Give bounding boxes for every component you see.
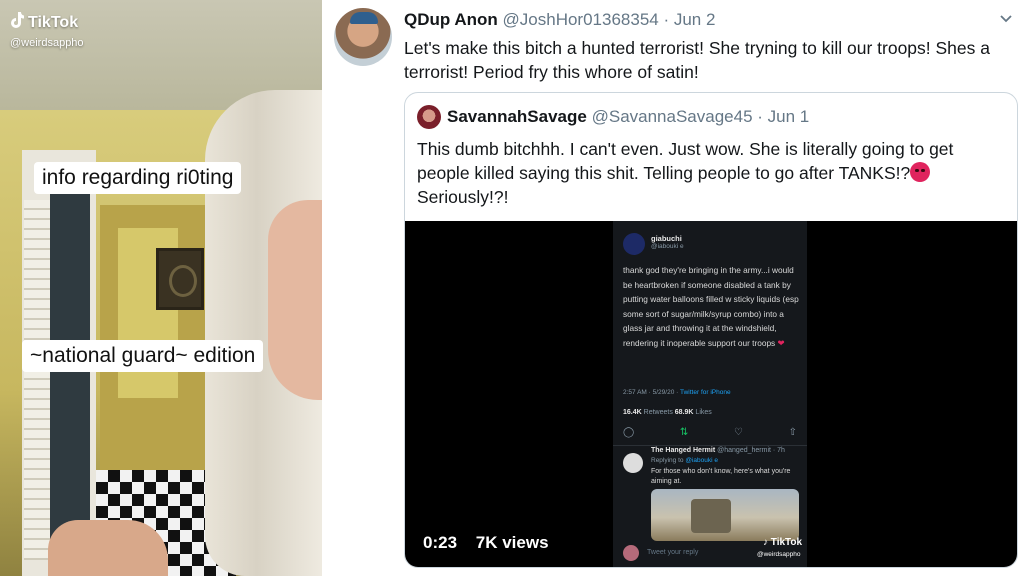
tank-image: [651, 489, 799, 541]
author-avatar[interactable]: [334, 8, 392, 66]
video-duration: 0:23: [423, 533, 458, 552]
open-door: [50, 190, 90, 576]
quoted-tweet-text: This dumb bitchhh. I can't even. Just wo…: [417, 137, 1007, 209]
inner-tweet-source: Twitter for iPhone: [680, 389, 731, 396]
chevron-down-icon[interactable]: [998, 10, 1014, 26]
reply-author-name: The Hanged Hermit: [651, 447, 716, 454]
reply-avatar: [623, 453, 643, 473]
inner-tweet-actions: ◯ ⇅ ♡ ⇧: [623, 427, 797, 438]
like-label: Likes: [695, 409, 712, 416]
person-face: [268, 200, 322, 400]
tiktok-watermark: ♪ TikTok: [763, 537, 802, 548]
reply-author-handle: @hanged_hermit · 7h: [717, 447, 785, 454]
video-caption-bottom: ~national guard~ edition: [22, 340, 264, 372]
like-icon: ♡: [733, 427, 743, 438]
tiktok-note-icon: ♪: [763, 537, 768, 548]
quoted-text-line-1: This dumb bitchhh. I can't even. Just wo…: [417, 139, 954, 183]
video-stats: 0:23 7K views: [423, 533, 549, 553]
louvered-door: [24, 200, 50, 560]
tiktok-watermark-handle: @weirdsappho: [757, 551, 801, 558]
wall-picture: [156, 248, 204, 310]
tiktok-watermark-text: TikTok: [770, 537, 803, 548]
author-name[interactable]: QDup Anon: [404, 10, 498, 29]
heart-icon: ❤: [777, 337, 785, 348]
reply-text: For those who don't know, here's what yo…: [651, 468, 791, 485]
quoted-tweet-date[interactable]: · Jun 1: [757, 107, 809, 126]
inner-tweet-text: thank god they're bringing in the army..…: [623, 265, 799, 348]
inner-tweet-avatar: [623, 233, 645, 255]
replying-to: Replying to @iabouki e: [651, 457, 718, 464]
video-frame-screenshot: giabuchi @iabouki e thank god they're br…: [613, 221, 807, 567]
divider: [613, 445, 807, 446]
replying-to-handle: @iabouki e: [685, 457, 718, 464]
retweet-count: 16.4K: [623, 409, 642, 416]
like-count: 68.9K: [674, 409, 694, 416]
quoted-text-line-2: Seriously!?!: [417, 187, 509, 207]
embedded-video[interactable]: giabuchi @iabouki e thank god they're br…: [405, 221, 1017, 567]
share-icon: ⇧: [788, 427, 797, 438]
quoted-author-handle[interactable]: @SavannaSavage45: [592, 107, 753, 126]
retweet-label: Retweets: [643, 409, 673, 416]
quoted-tweet-header: SavannahSavage @SavannaSavage45 · Jun 1: [447, 107, 809, 127]
compose-placeholder: Tweet your reply: [647, 549, 699, 556]
reply-icon: ◯: [623, 427, 635, 438]
inner-tweet-timestamp: 2:57 AM · 5/29/20 · Twitter for iPhone: [623, 389, 731, 396]
tiktok-logo-text: TikTok: [28, 13, 79, 31]
tiktok-handle: @weirdsappho: [10, 37, 84, 49]
inner-tweet-body: thank god they're bringing in the army..…: [623, 263, 801, 351]
tiktok-video-panel[interactable]: TikTok @weirdsappho info regarding ri0ti…: [0, 0, 322, 576]
tweet-card[interactable]: QDup Anon @JoshHor01368354 · Jun 2 Let's…: [322, 0, 1024, 576]
quoted-author-avatar[interactable]: [417, 105, 441, 129]
tiktok-logo: TikTok: [10, 12, 78, 33]
tweet-header: QDup Anon @JoshHor01368354 · Jun 2: [404, 10, 715, 30]
replying-to-label: Replying to: [651, 457, 684, 464]
inner-tweet-time: 2:57 AM · 5/29/20 ·: [623, 389, 679, 396]
author-handle[interactable]: @JoshHor01368354: [503, 10, 659, 29]
video-views: 7K views: [475, 533, 549, 552]
retweet-icon: ⇅: [679, 427, 689, 438]
compose-avatar: [623, 545, 639, 561]
angry-face-icon: [910, 162, 931, 182]
inner-tweet-name: giabuchi: [651, 234, 682, 243]
video-caption-top: info regarding ri0ting: [34, 162, 242, 194]
tweet-text: Let's make this bitch a hunted terrorist…: [404, 38, 990, 82]
tiktok-note-icon: [10, 12, 24, 33]
quoted-author-name[interactable]: SavannahSavage: [447, 107, 587, 126]
reply-author: The Hanged Hermit @hanged_hermit · 7h: [651, 447, 785, 454]
tweet-date[interactable]: · Jun 2: [663, 10, 715, 29]
inner-tweet-handle: @iabouki e: [651, 243, 684, 250]
quoted-tweet[interactable]: SavannahSavage @SavannaSavage45 · Jun 1 …: [404, 92, 1018, 568]
person-hand: [48, 520, 168, 576]
inner-tweet-stats: 16.4K Retweets 68.9K Likes: [623, 409, 712, 416]
